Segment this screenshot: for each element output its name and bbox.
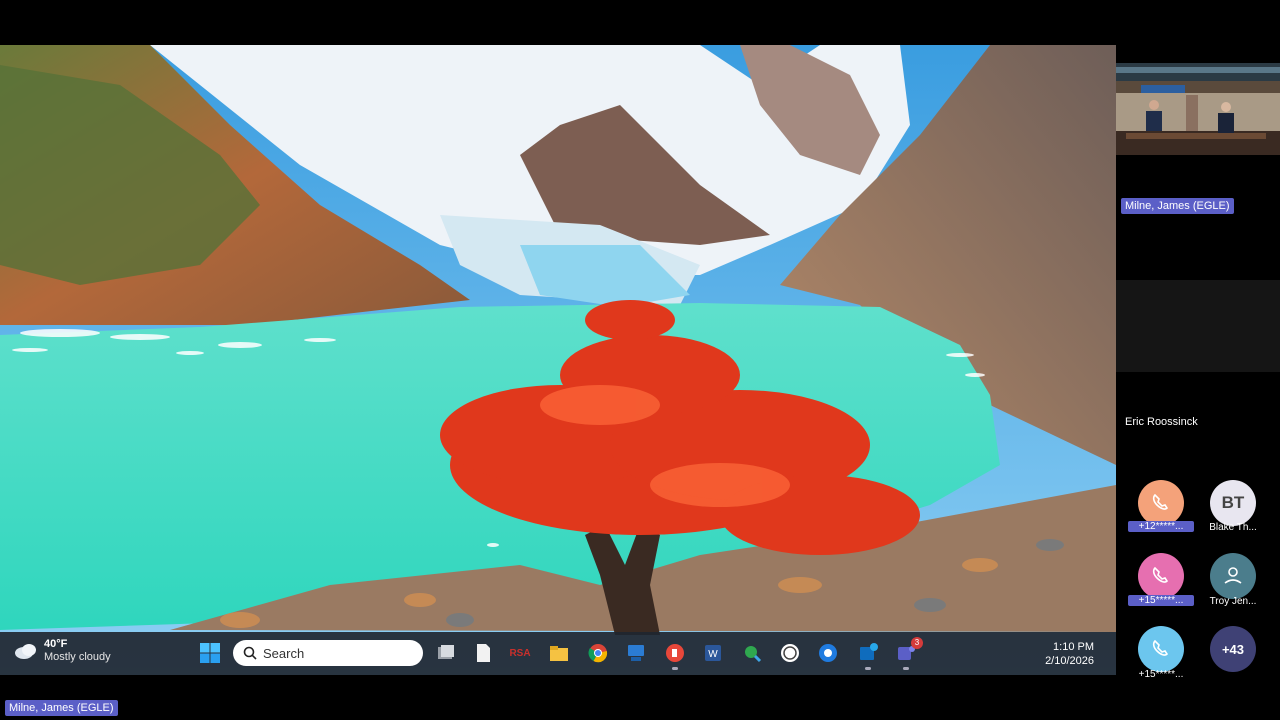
windows-logo-icon <box>200 643 220 663</box>
search-icon <box>243 646 257 660</box>
more-participants-button[interactable]: +43 <box>1210 626 1256 672</box>
rsa-icon[interactable]: RSA <box>509 642 531 664</box>
participant-avatar[interactable] <box>1138 480 1184 526</box>
file-explorer-icon[interactable] <box>548 642 570 664</box>
task-view-icon[interactable] <box>435 642 457 664</box>
participants-panel: Milne, James (EGLE) Eric Roossinck +12**… <box>1116 0 1280 720</box>
start-button[interactable] <box>199 642 221 664</box>
participant-avatar[interactable]: BT <box>1210 480 1256 526</box>
notification-badge: 3 <box>911 637 923 649</box>
conference-room-video <box>1116 63 1280 155</box>
phone-icon <box>1152 566 1169 583</box>
notepad-icon[interactable] <box>472 642 494 664</box>
phone-icon <box>1152 493 1169 510</box>
teams-icon[interactable]: 3 <box>895 637 923 670</box>
more-participants-count: +43 <box>1221 641 1245 657</box>
outlook-icon[interactable] <box>857 642 879 670</box>
windows-taskbar: 40°F Mostly cloudy Search RSA W 3 1:10 P… <box>0 632 1116 675</box>
presenter-name-tag: Milne, James (EGLE) <box>5 700 118 716</box>
cloud-icon <box>15 644 36 659</box>
participant-label: Blake Th... <box>1209 522 1257 533</box>
avatar-initials: BT <box>1221 493 1245 512</box>
participant-avatar[interactable] <box>1138 626 1184 672</box>
person-icon <box>1224 567 1242 584</box>
desktop-wallpaper <box>0 45 1116 675</box>
edge-icon[interactable] <box>817 642 839 664</box>
word-icon[interactable]: W <box>702 642 724 664</box>
participant-avatar[interactable] <box>1210 553 1256 599</box>
video-tile-name-tag: Milne, James (EGLE) <box>1121 198 1234 214</box>
audio-tile-name: Eric Roossinck <box>1125 416 1198 428</box>
participant-video-tile[interactable] <box>1116 63 1280 155</box>
clock-app-icon[interactable] <box>779 642 801 664</box>
weather-widget[interactable]: 40°F Mostly cloudy <box>14 638 111 664</box>
shared-screen: 40°F Mostly cloudy Search RSA W 3 1:10 P… <box>0 45 1116 675</box>
chrome-icon[interactable] <box>587 642 609 664</box>
magnifier-icon[interactable] <box>741 642 763 664</box>
participant-label: Troy Jen... <box>1209 596 1257 607</box>
clock-time: 1:10 PM <box>1053 641 1094 653</box>
remote-desktop-icon[interactable] <box>625 642 647 664</box>
weather-temperature: 40°F <box>44 638 68 650</box>
participant-avatar[interactable] <box>1138 553 1184 599</box>
participant-label: +15*****... <box>1128 595 1194 606</box>
participant-audio-tile[interactable] <box>1116 280 1280 372</box>
running-indicator <box>865 667 871 670</box>
taskbar-search[interactable] <box>233 640 423 666</box>
clock-date: 2/10/2026 <box>1045 655 1094 667</box>
running-indicator <box>903 667 909 670</box>
svg-text:W: W <box>708 649 718 660</box>
pdf-icon[interactable] <box>664 642 686 670</box>
weather-condition: Mostly cloudy <box>44 651 111 663</box>
running-indicator <box>672 667 678 670</box>
participant-label: +15*****... <box>1138 669 1184 680</box>
search-input[interactable] <box>263 645 403 661</box>
system-clock[interactable]: 1:10 PM 2/10/2026 <box>1045 640 1094 668</box>
participant-label: +12*****... <box>1128 521 1194 532</box>
rsa-label: RSA <box>509 647 531 659</box>
meeting-stage: 40°F Mostly cloudy Search RSA W 3 1:10 P… <box>0 0 1280 720</box>
phone-icon <box>1152 639 1169 656</box>
